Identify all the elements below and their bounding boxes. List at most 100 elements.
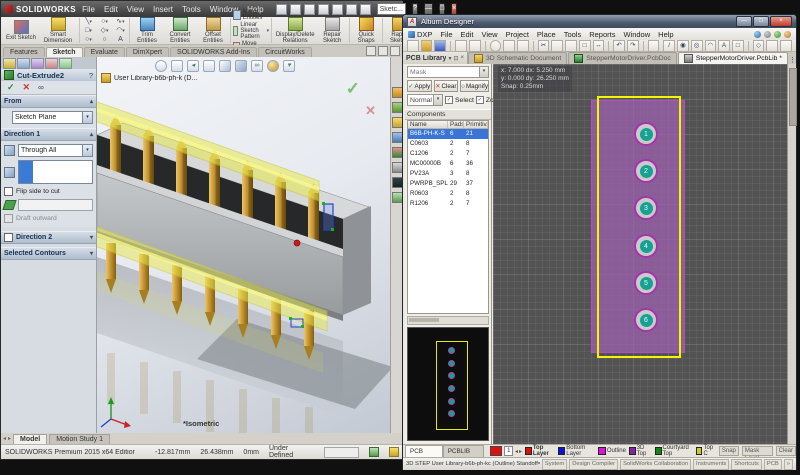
copy-icon[interactable] [551,40,563,52]
magnify-button[interactable]: ○Magnify [460,80,489,92]
confirmation-cancel-icon[interactable]: ✕ [365,103,376,119]
preview-icon[interactable] [469,40,481,52]
layer-tab-3d-top[interactable]: 3D Top [629,445,652,457]
bottom-tab-pcblib-filter[interactable]: PCBLIB Filter [443,445,484,457]
grid-icon[interactable] [780,40,792,52]
direction2-checkbox[interactable] [4,233,13,242]
rebuild-icon[interactable] [346,4,357,15]
propertymanager-tab-icon[interactable] [17,58,30,69]
section-direction2-header[interactable]: Direction 2▾ [1,231,96,244]
display-delete-relations-button[interactable]: Display/Delete Relations [274,17,316,45]
scroll-tabs-left-icon[interactable]: ◂ [3,435,6,442]
confirmation-ok-icon[interactable]: ✓ [346,79,360,99]
menu-file[interactable]: File [440,30,452,39]
offset-entities-button[interactable]: Offset Entities [198,17,228,45]
spline-tool-icon[interactable]: ∿▾ [114,18,127,26]
dropdown-icon[interactable]: ▾ [82,112,92,123]
line-tool-icon[interactable]: ╲▾ [82,18,95,26]
menu-tools[interactable]: Tools [564,30,582,39]
more-panels-button[interactable]: » [784,459,793,470]
panel-menu-icon[interactable]: ▾ [448,55,451,62]
menu-insert[interactable]: Insert [153,5,173,14]
view-settings-icon[interactable]: ▾ [283,60,295,72]
tab-sketch[interactable]: Sketch [46,47,83,57]
pm-help-icon[interactable]: ? [89,71,93,80]
zoom-area-icon[interactable] [171,60,183,72]
section-from-header[interactable]: From▴ [1,95,96,108]
previous-view-icon[interactable]: ◂ [187,60,199,72]
design-library-icon[interactable] [392,102,403,113]
section-direction1-header[interactable]: Direction 1▴ [1,128,96,141]
menu-window[interactable]: Window [623,30,650,39]
arrange-icon[interactable]: ◇ [753,40,765,52]
menu-project[interactable]: Project [506,30,529,39]
flip-side-checkbox[interactable] [4,187,13,196]
close-button[interactable]: × [770,16,792,27]
pad-1[interactable]: 1 [634,122,658,146]
layer-tab-bottom-layer[interactable]: Bottom Layer [558,445,594,457]
quick-snaps-button[interactable]: Quick Snaps [352,17,380,45]
components-hscrollbar[interactable] [407,316,489,325]
pad-4[interactable]: 4 [634,234,658,258]
exit-sketch-button[interactable]: Exit Sketch [4,20,38,42]
component-row[interactable]: PWRPB_SPL82937 [408,179,488,189]
redo-icon[interactable]: ↷ [627,40,639,52]
new-icon[interactable] [276,4,287,15]
mode-select[interactable]: Normal▾ [407,94,443,106]
place-fill-icon[interactable]: □ [732,40,744,52]
open-icon[interactable] [421,40,433,52]
panel-pin-icon[interactable]: ⊡ [453,55,458,62]
pcb-panels-button[interactable]: PCB [764,459,782,470]
pm-ok-button[interactable]: ✓ [7,82,15,93]
place-arc-icon[interactable]: ◠ [705,40,717,52]
select-icon[interactable]: □ [579,40,591,52]
status-icon[interactable] [764,31,771,38]
dimxpertmanager-tab-icon[interactable] [45,58,58,69]
linear-pattern-button[interactable]: Linear Sketch Pattern▾ [233,22,269,40]
menu-dxp[interactable]: DXP [408,30,432,39]
extrude-direction-icon[interactable] [4,167,15,178]
tab-motion-study[interactable]: Motion Study 1 [49,434,110,444]
place-pad-icon[interactable]: ◉ [677,40,689,52]
pm-cancel-button[interactable]: ✕ [23,82,31,93]
3d-model-connector[interactable] [97,57,390,433]
pm-preview-icon[interactable]: ∞ [38,83,44,92]
ellipse-tool-icon[interactable]: ○ [98,36,111,44]
place-line-icon[interactable]: / [663,40,675,52]
layer-spin-value[interactable]: 1 [504,446,513,456]
polygon-tool-icon[interactable]: ◇▾ [98,27,111,35]
clear-button[interactable]: ✕Clear [434,80,459,92]
configurationmanager-tab-icon[interactable] [31,58,44,69]
undo-icon[interactable]: ↶ [613,40,625,52]
tab-overflow-icon[interactable]: ⋮ [789,56,800,64]
dropdown-icon[interactable]: ▾ [479,67,488,77]
doc-tab-3d-document[interactable]: 3D Schematic Document [468,52,567,64]
menu-view[interactable]: View [127,5,144,14]
zoom-fit-icon[interactable] [155,60,167,72]
save-icon[interactable] [434,40,446,52]
panel-close-icon[interactable]: × [461,55,465,62]
layer-tab-top-c[interactable]: Top C [696,445,716,457]
section-view-icon[interactable] [203,60,215,72]
smart-dimension-button[interactable]: Smart Dimension [39,17,77,45]
rectangle-tool-icon[interactable]: □▾ [82,27,95,35]
cut-icon[interactable]: ✂ [538,40,550,52]
menu-file[interactable]: File [82,5,95,14]
tab-dimxpert[interactable]: DimXpert [126,47,169,57]
open-icon[interactable] [290,4,301,15]
undo-icon[interactable] [332,4,343,15]
tab-circuitworks[interactable]: CircuitWorks [258,47,312,57]
appearances-scenes-icon[interactable] [392,147,403,158]
component-row[interactable]: MC00000B636 [408,159,488,169]
customize-icon[interactable] [754,31,761,38]
slot-tool-icon[interactable]: ○▾ [82,36,95,44]
menu-help[interactable]: Help [658,30,673,39]
filter-icon[interactable] [648,40,660,52]
dropdown-icon[interactable]: ▾ [82,145,92,156]
collaboration-icon[interactable] [392,192,403,203]
file-explorer-icon[interactable] [392,117,403,128]
minimize-button[interactable]: — [736,16,752,27]
circle-tool-icon[interactable]: ○▾ [98,18,111,26]
trim-entities-button[interactable]: Trim Entities [132,17,162,45]
text-tool-icon[interactable]: A [114,36,127,44]
